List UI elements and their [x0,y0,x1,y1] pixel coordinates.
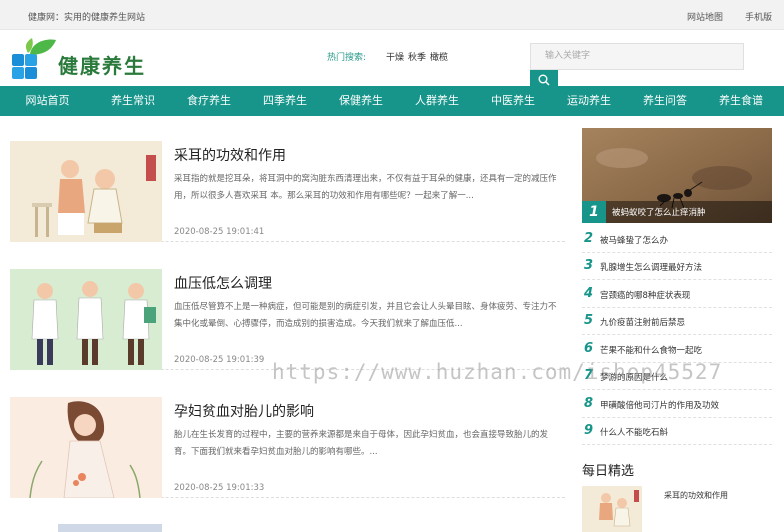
rank-title[interactable]: 被马蜂蛰了怎么办 [600,234,668,246]
doctors-illustration [10,269,162,370]
rank-number: 2 [584,231,594,246]
rank-number: 1 [582,201,606,223]
logo-text: 健康养生 [58,54,146,78]
hot-word[interactable]: 秋季 [408,50,426,63]
daily-pick-item[interactable]: 采耳的功效和作用 [582,486,772,532]
article-date: 2020-08-25 19:01:39 [174,355,265,365]
article-date: 2020-08-25 19:01:33 [174,483,265,493]
daily-pick-thumbnail[interactable] [582,486,642,532]
rank-item[interactable]: 3 乳腺增生怎么调理最好方法 [582,253,772,280]
rank-number: 5 [584,313,594,328]
search-input[interactable]: 输入关键字 [530,43,744,70]
article-desc: 血压低尽管算不上是一种病症，但可能是别的病症引发，并且它会让人头晕目眩、身体疲劳… [174,302,557,329]
daily-picks-heading: 每日精选 [582,464,635,479]
nav-item[interactable]: 保健养生 [323,86,399,116]
article-thumbnail[interactable] [10,397,162,498]
rank-item[interactable]: 5 九价疫苗注射前后禁忌 [582,308,772,335]
rank-title[interactable]: 宫颈癌的哪8种症状表现 [600,289,690,301]
ear-cleaning-illustration [10,141,162,242]
nav-item[interactable]: 人群养生 [399,86,475,116]
hot-word[interactable]: 干燥 [386,50,404,63]
search-icon [538,74,550,86]
article-thumbnail-partial[interactable] [58,524,162,532]
daily-pick-title[interactable]: 采耳的功效和作用 [664,490,728,501]
rank-title[interactable]: 芒果不能和什么食物一起吃 [600,344,702,356]
top-bar: 健康网：实用的健康养生网站 网站地图 手机版 [0,0,784,30]
site-logo[interactable]: 健康养生 [12,38,152,80]
header: 健康养生 热门搜索: 干燥 秋季 橄榄 输入关键字 [0,30,784,90]
article-item[interactable]: 血压低怎么调理 血压低尽管算不上是一种病症，但可能是别的病症引发，并且它会让人头… [10,269,565,370]
article-desc: 胎儿在生长发育的过程中，主要的营养来源都是来自于母体，因此孕妇贫血，也会直接导致… [174,430,549,457]
article-title[interactable]: 采耳的功效和作用 [174,145,286,165]
rank-title[interactable]: 甲磺酸倍他司汀片的作用及功效 [600,399,719,411]
watermark: https://www.huzhan.com/ishop45527 [272,360,723,384]
article-date: 2020-08-25 19:01:41 [174,227,265,237]
article-thumbnail[interactable] [10,141,162,242]
hot-words: 干燥 秋季 橄榄 [386,50,448,63]
rank-item[interactable]: 8 甲磺酸倍他司汀片的作用及功效 [582,391,772,418]
rank-number: 6 [584,341,594,356]
nav-item[interactable]: 食疗养生 [171,86,247,116]
rank-number: 4 [584,286,594,301]
rank-title[interactable]: 乳腺增生怎么调理最好方法 [600,261,702,273]
rank-title[interactable]: 什么人不能吃石斛 [600,426,668,438]
pregnant-woman-illustration [10,397,162,498]
hero-caption[interactable]: 被蚂蚁咬了怎么止痒消肿 [612,206,706,218]
mobile-link[interactable]: 手机版 [745,10,772,23]
nav-item[interactable]: 养生问答 [627,86,703,116]
nav-item[interactable]: 中医养生 [475,86,551,116]
article-item[interactable]: 采耳的功效和作用 采耳指的就是挖耳朵，将耳洞中的窝沟脏东西清理出来，不仅有益于耳… [10,141,565,242]
article-title[interactable]: 孕妇贫血对胎儿的影响 [174,401,314,421]
rank-item[interactable]: 2 被马蜂蛰了怎么办 [582,226,772,253]
nav-item[interactable]: 运动养生 [551,86,627,116]
rank-item[interactable]: 6 芒果不能和什么食物一起吃 [582,336,772,363]
article-title[interactable]: 血压低怎么调理 [174,273,272,293]
sitemap-link[interactable]: 网站地图 [687,10,723,23]
site-intro: 健康网：实用的健康养生网站 [28,13,146,23]
rank-title[interactable]: 九价疫苗注射前后禁忌 [600,316,685,328]
rank-number: 3 [584,258,594,273]
rank-item[interactable]: 4 宫颈癌的哪8种症状表现 [582,281,772,308]
article-desc: 采耳指的就是挖耳朵，将耳洞中的窝沟脏东西清理出来，不仅有益于耳朵的健康，还具有一… [174,174,557,201]
nav-item[interactable]: 四季养生 [247,86,323,116]
logo-icon [12,38,56,79]
hot-word[interactable]: 橄榄 [430,50,448,63]
hot-search-label: 热门搜索: [327,53,367,63]
article-thumbnail[interactable] [10,269,162,370]
nav-item[interactable]: 养生食谱 [703,86,779,116]
rank-number: 8 [584,396,594,411]
sidebar-hero[interactable]: 1 被蚂蚁咬了怎么止痒消肿 [582,128,772,223]
nav-item[interactable]: 养生常识 [95,86,171,116]
rank-item[interactable]: 9 什么人不能吃石斛 [582,418,772,445]
article-item[interactable]: 孕妇贫血对胎儿的影响 胎儿在生长发育的过程中，主要的营养来源都是来自于母体，因此… [10,397,565,498]
main-nav: 网站首页 养生常识 食疗养生 四季养生 保健养生 人群养生 中医养生 运动养生 … [0,86,784,116]
nav-item-home[interactable]: 网站首页 [0,86,95,116]
rank-number: 9 [584,423,594,438]
